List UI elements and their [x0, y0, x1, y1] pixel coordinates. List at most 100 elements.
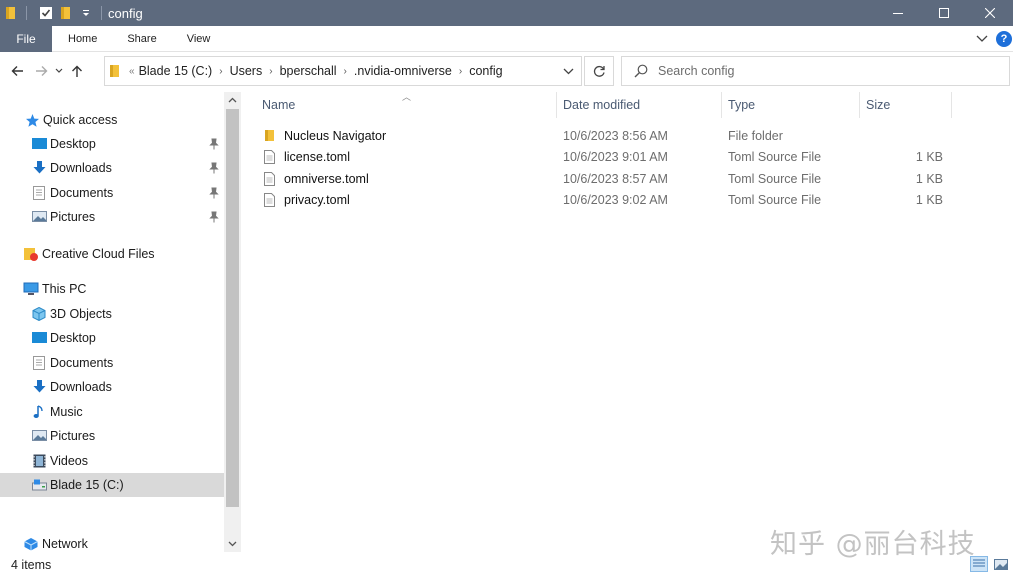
sidebar-item-downloads[interactable]: Downloads	[0, 156, 224, 180]
column-divider[interactable]	[951, 92, 952, 118]
new-folder-icon[interactable]	[59, 6, 73, 20]
pin-icon[interactable]	[208, 137, 220, 151]
sidebar-item-this-pc[interactable]: This PC	[0, 277, 224, 301]
large-icons-view-button[interactable]	[992, 556, 1010, 572]
help-button[interactable]: ?	[996, 31, 1012, 47]
column-header-name[interactable]: Name	[262, 92, 295, 118]
file-type: Toml Source File	[728, 149, 822, 164]
recent-locations-button[interactable]	[52, 57, 66, 85]
scroll-up-button[interactable]	[224, 92, 241, 108]
file-date: 10/6/2023 9:02 AM	[563, 192, 668, 207]
sidebar-item-videos[interactable]: Videos	[0, 449, 224, 473]
document-icon	[31, 185, 47, 201]
download-icon	[31, 160, 47, 176]
file-list: ︿ Name Date modified Type Size Nucleus N…	[242, 92, 1013, 552]
breadcrumb-item[interactable]: .nvidia-omniverse	[354, 64, 452, 78]
sidebar-item-label: Downloads	[50, 161, 112, 175]
column-divider[interactable]	[556, 92, 557, 118]
sidebar-item-documents[interactable]: Documents	[0, 181, 224, 205]
drive-icon	[31, 477, 47, 493]
file-row[interactable]: Nucleus Navigator 10/6/2023 8:56 AM File…	[242, 125, 1013, 146]
search-input[interactable]	[658, 64, 988, 78]
navigation-pane-scrollbar[interactable]	[224, 92, 241, 552]
file-row[interactable]: license.toml 10/6/2023 9:01 AM Toml Sour…	[242, 146, 1013, 167]
properties-icon[interactable]	[39, 6, 53, 20]
breadcrumb-item[interactable]: Users	[230, 64, 263, 78]
sidebar-item-label: Blade 15 (C:)	[50, 478, 124, 492]
sidebar-item-label: Documents	[50, 186, 114, 200]
pictures-icon	[31, 428, 47, 444]
search-icon	[634, 64, 648, 78]
tab-view[interactable]: View	[172, 26, 226, 52]
sidebar-item-documents[interactable]: Documents	[0, 351, 224, 375]
close-icon	[985, 8, 995, 18]
sidebar-item-quick-access[interactable]: Quick access	[0, 108, 224, 132]
column-header-date[interactable]: Date modified	[563, 92, 640, 118]
column-divider[interactable]	[721, 92, 722, 118]
sidebar-item-desktop[interactable]: Desktop	[0, 132, 224, 156]
sidebar-item-downloads[interactable]: Downloads	[0, 375, 224, 399]
details-view-button[interactable]	[970, 556, 988, 572]
chevron-down-icon	[976, 35, 988, 42]
refresh-button[interactable]	[584, 56, 614, 86]
sidebar-item-blade-15[interactable]: Blade 15 (C:)	[0, 473, 224, 497]
sidebar-item-label: Documents	[50, 356, 114, 370]
expand-ribbon-button[interactable]	[976, 35, 988, 43]
maximize-button[interactable]	[921, 0, 967, 26]
forward-button[interactable]	[30, 57, 52, 85]
navigation-bar: « Blade 15 (C:) › Users › bperschall › .…	[0, 53, 1013, 89]
sidebar-item-music[interactable]: Music	[0, 400, 224, 424]
file-row[interactable]: omniverse.toml 10/6/2023 8:57 AM Toml So…	[242, 168, 1013, 189]
tab-home[interactable]: Home	[52, 26, 112, 52]
scrollbar-thumb[interactable]	[226, 109, 239, 507]
chevron-right-icon[interactable]: ›	[269, 66, 272, 77]
sidebar-item-label: Pictures	[50, 210, 96, 224]
address-history-button[interactable]	[555, 57, 581, 85]
star-icon	[24, 112, 40, 128]
sidebar-item-pictures[interactable]: Pictures	[0, 424, 224, 448]
sidebar-item-3d-objects[interactable]: 3D Objects	[0, 302, 224, 326]
sidebar-item-desktop[interactable]: Desktop	[0, 326, 224, 350]
title-bar: config	[0, 0, 1013, 26]
chevron-right-icon[interactable]: ›	[344, 66, 347, 77]
sidebar-item-network[interactable]: Network	[0, 532, 224, 556]
customize-dropdown-icon[interactable]	[79, 6, 93, 20]
minimize-icon	[893, 13, 903, 14]
breadcrumb-item[interactable]: config	[469, 64, 502, 78]
up-button[interactable]	[66, 57, 88, 85]
address-bar[interactable]: « Blade 15 (C:) › Users › bperschall › .…	[104, 56, 582, 86]
status-bar: 4 items	[0, 554, 1013, 576]
tab-share[interactable]: Share	[112, 26, 171, 52]
minimize-button[interactable]	[875, 0, 921, 26]
breadcrumb-item[interactable]: Blade 15 (C:)	[139, 64, 213, 78]
film-icon	[31, 453, 47, 469]
close-button[interactable]	[967, 0, 1013, 26]
scroll-down-button[interactable]	[224, 536, 241, 552]
sidebar-item-creative-cloud[interactable]: Creative Cloud Files	[0, 242, 224, 266]
breadcrumb-overflow[interactable]: «	[129, 66, 135, 77]
column-header-size[interactable]: Size	[866, 92, 890, 118]
pin-icon[interactable]	[208, 210, 220, 224]
help-icon: ?	[1000, 33, 1008, 45]
pin-icon[interactable]	[208, 161, 220, 175]
column-header-type[interactable]: Type	[728, 92, 755, 118]
refresh-icon	[593, 65, 605, 77]
chevron-right-icon[interactable]: ›	[459, 66, 462, 77]
pictures-icon	[31, 209, 47, 225]
file-row[interactable]: privacy.toml 10/6/2023 9:02 AM Toml Sour…	[242, 189, 1013, 210]
file-icon	[264, 168, 278, 189]
breadcrumb-item[interactable]: bperschall	[280, 64, 337, 78]
document-icon	[31, 355, 47, 371]
sidebar-item-label: Music	[50, 405, 83, 419]
chevron-down-icon	[228, 541, 237, 547]
sidebar-item-pictures[interactable]: Pictures	[0, 205, 224, 229]
folder-icon[interactable]	[4, 6, 18, 20]
back-button[interactable]	[6, 57, 28, 85]
pin-icon[interactable]	[208, 186, 220, 200]
search-box	[621, 56, 1010, 86]
tab-file[interactable]: File	[0, 25, 52, 52]
sidebar-item-label: Network	[42, 537, 88, 551]
column-divider[interactable]	[859, 92, 860, 118]
chevron-right-icon[interactable]: ›	[219, 66, 222, 77]
chevron-up-icon	[228, 97, 237, 103]
